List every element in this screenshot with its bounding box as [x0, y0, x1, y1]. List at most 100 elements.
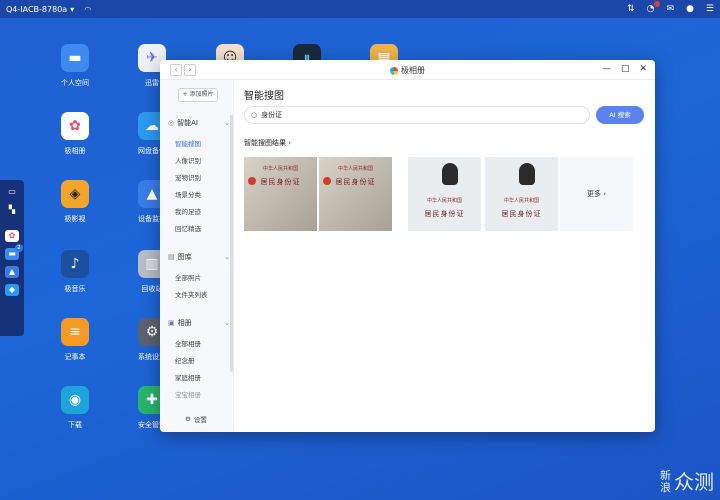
- close-button[interactable]: ✕: [639, 64, 647, 74]
- card-header-text: 中华人民共和国: [262, 166, 298, 172]
- window-titlebar[interactable]: ‹ › 极相册 — □ ✕: [160, 60, 655, 80]
- transfer-icon[interactable]: ⇅: [627, 4, 635, 14]
- card-title-text: 居民身份证: [424, 210, 465, 218]
- monitor-icon[interactable]: ▲: [5, 266, 19, 278]
- sidebar-item-memories[interactable]: 回忆精选: [175, 223, 201, 233]
- sidebar-item-memorial[interactable]: 纪念册: [175, 355, 195, 365]
- card-header-text: 中华人民共和国: [503, 198, 539, 204]
- sidebar-item-baby[interactable]: 宝宝相册: [175, 389, 201, 399]
- sidebar-item-folders[interactable]: 文件夹列表: [175, 289, 208, 299]
- desktop-app-personal-space[interactable]: ▬ 个人空间: [45, 44, 105, 88]
- grid-icon[interactable]: ▚: [5, 204, 19, 216]
- page-title: 智能搜图: [244, 91, 284, 102]
- back-button[interactable]: ‹: [170, 64, 182, 76]
- gallery-icon: ▤: [168, 253, 175, 261]
- notes-icon: ≡: [61, 318, 89, 346]
- folder-icon: ▬: [61, 44, 89, 72]
- forward-button[interactable]: ›: [184, 64, 196, 76]
- settings-button[interactable]: ⚙ 设置: [185, 414, 207, 424]
- group-label: 智能AI: [177, 119, 198, 127]
- app-label: 极相册: [64, 147, 86, 155]
- ai-search-button[interactable]: AI 搜索: [596, 106, 644, 124]
- portrait-photo: [519, 163, 535, 185]
- card-header-text: 中华人民共和国: [426, 198, 462, 204]
- photos-icon[interactable]: ✿: [5, 230, 19, 242]
- watermark: 新 浪 众测: [660, 470, 714, 495]
- result-thumbnail[interactable]: 中华人民共和国 居民身份证: [408, 157, 481, 231]
- apps-icon[interactable]: ▭: [5, 186, 19, 198]
- app-label: 下载: [68, 421, 82, 429]
- docker-icon[interactable]: ◆: [5, 284, 19, 296]
- notification-dot: [653, 1, 660, 7]
- card-title-text: 居民身份证: [501, 210, 542, 218]
- sidebar-scrollbar[interactable]: [230, 115, 233, 372]
- search-bar[interactable]: ○: [244, 106, 590, 124]
- desktop-app-notes[interactable]: ≡ 记事本: [45, 318, 105, 362]
- card-title-text: 居民身份证: [335, 178, 376, 186]
- photos-icon: ✿: [61, 112, 89, 140]
- gear-icon: ⚙: [185, 415, 191, 423]
- results-title: 智能搜图结果: [244, 139, 286, 147]
- desktop-app-video[interactable]: ◈ 极影视: [45, 180, 105, 224]
- speed-icon[interactable]: ◔: [647, 1, 660, 14]
- device-selector[interactable]: Q4-IACB-8780a ▾: [6, 5, 74, 14]
- result-thumbnail[interactable]: 中华人民共和国 居民身份证: [319, 157, 392, 231]
- wifi-icon: ◠: [84, 4, 92, 14]
- card-title-text: 居民身份证: [260, 178, 301, 186]
- device-name: Q4-IACB-8780a: [6, 4, 68, 14]
- download-icon: ◉: [61, 386, 89, 414]
- sidebar-item-all-albums[interactable]: 全部相册: [175, 338, 201, 348]
- chevron-down-icon: ▾: [70, 4, 75, 14]
- sidebar-group-album[interactable]: ▣ 相册 ⌄: [168, 318, 230, 328]
- user-icon[interactable]: ●: [686, 4, 694, 14]
- result-thumbnail[interactable]: 中华人民共和国 居民身份证: [485, 157, 558, 231]
- result-thumbnail[interactable]: 中华人民共和国 居民身份证: [244, 157, 317, 231]
- sidebar-group-ai[interactable]: ◎ 智能AI ⌄: [168, 118, 230, 128]
- side-dock: ▭ ▚ ✿ ▬ 2 ▲ ◆: [0, 180, 24, 336]
- app-logo-icon: [390, 66, 398, 75]
- sidebar-item-footprint[interactable]: 我的足迹: [175, 206, 201, 216]
- search-icon: ○: [251, 111, 258, 119]
- main-content: 智能搜图 ○ AI 搜索 智能搜图结果 › 中华人民共和国 居民身份证 中华人民…: [234, 80, 655, 432]
- folder-icon[interactable]: ▬ 2: [5, 244, 23, 260]
- desktop-app-music[interactable]: ♪ 极音乐: [45, 250, 105, 294]
- sidebar: + 添加照片 ◎ 智能AI ⌄ 智能搜图 人像识别 宠物识别 场景分类 我的足迹…: [160, 80, 234, 432]
- group-label: 图库: [177, 253, 192, 261]
- app-label: 极影视: [64, 215, 86, 223]
- search-input[interactable]: [261, 111, 562, 119]
- menu-icon[interactable]: ☰: [706, 4, 714, 14]
- window-title: 极相册: [390, 65, 425, 76]
- ai-icon: ◎: [168, 119, 175, 127]
- desktop-app-download[interactable]: ◉ 下载: [45, 386, 105, 430]
- sidebar-item-smart-search[interactable]: 智能搜图: [175, 138, 201, 148]
- app-label: 极音乐: [64, 285, 86, 293]
- watermark-brand: 众测: [674, 470, 714, 494]
- app-label: 记事本: [64, 353, 86, 361]
- minimize-button[interactable]: —: [602, 64, 611, 74]
- sidebar-item-pet[interactable]: 宠物识别: [175, 172, 201, 182]
- sidebar-item-scene[interactable]: 场景分类: [175, 189, 201, 199]
- sidebar-item-face[interactable]: 人像识别: [175, 155, 201, 165]
- chevron-right-icon: ›: [288, 139, 292, 147]
- album-icon: ▣: [168, 319, 175, 327]
- system-topbar: Q4-IACB-8780a ▾ ◠ ⇅ ◔ ✉ ● ☰: [0, 0, 720, 18]
- message-icon[interactable]: ✉: [667, 4, 675, 14]
- card-header-text: 中华人民共和国: [337, 166, 373, 172]
- more-results-button[interactable]: 更多 ›: [560, 157, 633, 231]
- window-title-text: 极相册: [401, 66, 425, 75]
- sidebar-group-gallery[interactable]: ▤ 图库 ⌄: [168, 252, 230, 262]
- portrait-photo: [442, 163, 458, 185]
- settings-label: 设置: [193, 416, 207, 424]
- desktop-app-photos[interactable]: ✿ 极相册: [45, 112, 105, 156]
- results-grid: 中华人民共和国 居民身份证 中华人民共和国 居民身份证 中华人民共和国 居民身份…: [244, 157, 633, 231]
- group-label: 相册: [177, 319, 192, 327]
- video-icon: ◈: [61, 180, 89, 208]
- app-label: 个人空间: [61, 79, 89, 87]
- sidebar-item-family[interactable]: 家庭相册: [175, 372, 201, 382]
- maximize-button[interactable]: □: [621, 64, 630, 74]
- add-photo-button[interactable]: + 添加照片: [178, 88, 218, 102]
- sidebar-item-all-photos[interactable]: 全部照片: [175, 272, 201, 282]
- results-header[interactable]: 智能搜图结果 ›: [244, 138, 291, 148]
- dock-badge: 2: [15, 244, 23, 252]
- watermark-char: 浪: [660, 481, 671, 494]
